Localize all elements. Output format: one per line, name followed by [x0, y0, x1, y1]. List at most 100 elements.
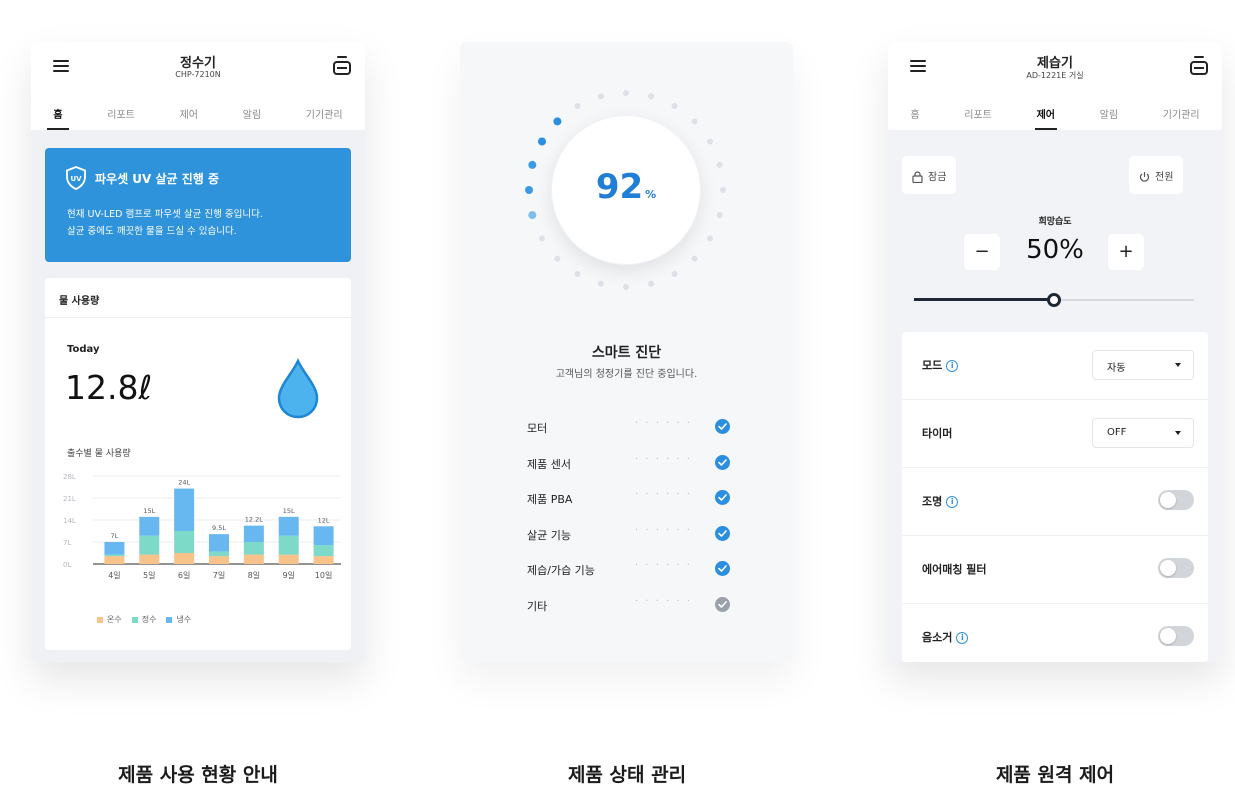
- device-title: 정수기: [180, 56, 216, 71]
- target-humidity-value: 50%: [1026, 235, 1084, 265]
- humidity-slider[interactable]: [914, 292, 1194, 308]
- silent-toggle[interactable]: [1158, 626, 1194, 646]
- bar-total-label: 12L: [318, 516, 330, 524]
- x-tick-label: 9일: [282, 571, 294, 580]
- info-icon[interactable]: i: [946, 360, 959, 372]
- progress-dot: [671, 102, 678, 109]
- chevron-down-icon: [1175, 431, 1181, 435]
- bar-segment-warm: [243, 554, 264, 564]
- diagnosis-item-label: 기타: [527, 599, 548, 613]
- tab-home[interactable]: 홈: [46, 100, 70, 130]
- tab-report[interactable]: 리포트: [107, 100, 135, 130]
- check-done-icon: [715, 490, 730, 506]
- bar-segment-warm: [209, 556, 229, 564]
- leader-dots: · · · · · ·: [635, 560, 692, 572]
- progress-dot: [648, 280, 655, 287]
- device-model: CHP-7210N: [175, 70, 221, 79]
- tab-bar: 홈 리포트 제어 알림 기기관리: [888, 100, 1222, 130]
- info-icon[interactable]: i: [956, 632, 969, 644]
- device-model: AD-1221E 거실: [1026, 71, 1084, 80]
- diagnosis-gauge: 92%: [523, 87, 729, 293]
- progress-dot-active: [553, 117, 562, 126]
- diagnosis-row: 살균 기능 · · · · · ·: [527, 523, 737, 559]
- legend-item-purified: 정수: [131, 614, 156, 625]
- diagnosis-row: 제품 센서 · · · · · ·: [527, 452, 737, 488]
- leader-dots: · · · · · ·: [635, 418, 692, 429]
- tab-notifications[interactable]: 알림: [1100, 100, 1118, 130]
- device-icon[interactable]: [333, 56, 351, 76]
- chart-legend: 온수 정수 냉수: [97, 614, 191, 625]
- timer-select[interactable]: OFF: [1092, 418, 1194, 448]
- setting-row-timer: 타이머 OFF: [902, 400, 1208, 468]
- gauge-number: 92: [595, 167, 644, 207]
- progress-dot-active: [525, 186, 533, 194]
- caption-usage: 제품 사용 현황 안내: [118, 764, 278, 786]
- filter-label: 에어매칭 필터: [922, 563, 987, 576]
- humidity-increase-button[interactable]: +: [1108, 234, 1144, 270]
- progress-dot: [597, 93, 604, 100]
- diagnosis-item-label: 제습/가습 기능: [527, 564, 595, 578]
- timer-value: OFF: [1107, 427, 1127, 438]
- setting-row-light: 조명 i: [902, 468, 1208, 536]
- mode-select[interactable]: 자동: [1092, 350, 1194, 380]
- uv-shield-icon: UV: [66, 166, 86, 190]
- bar-segment-purified: [209, 551, 229, 557]
- info-icon[interactable]: i: [946, 496, 959, 508]
- tab-control[interactable]: 제어: [180, 100, 198, 130]
- tab-home[interactable]: 홈: [910, 100, 919, 130]
- dehumidifier-screen: 제습기 AD-1221E 거실 홈 리포트 제어 알림 기기관리 잠금 전원 희…: [888, 42, 1222, 662]
- progress-dot-active: [537, 137, 546, 146]
- progress-dot: [707, 235, 714, 242]
- toggle-knob: [1160, 492, 1176, 508]
- timer-label: 타이머: [922, 427, 953, 440]
- bar-total-label: 7L: [111, 532, 119, 540]
- bar-total-label: 15L: [143, 507, 155, 515]
- check-done-icon: [715, 419, 730, 434]
- diagnosis-subtitle: 고객님의 청정기를 진단 중입니다.: [555, 369, 698, 380]
- tab-device-management[interactable]: 기기관리: [1163, 100, 1200, 130]
- tab-notifications[interactable]: 알림: [243, 100, 261, 130]
- y-tick-label: 0L: [63, 561, 71, 569]
- diagnosis-row: 제습/가습 기능 · · · · · ·: [527, 558, 737, 594]
- lock-button[interactable]: 잠금: [902, 156, 957, 194]
- progress-dot: [716, 212, 723, 219]
- bar-segment-warm: [313, 556, 334, 564]
- tab-control[interactable]: 제어: [1034, 100, 1058, 130]
- leader-dots: · · · · · ·: [635, 489, 692, 501]
- uv-sterilization-banner: UV 파우셋 UV 살균 진행 중 현재 UV-LED 램프로 파우셋 살균 진…: [45, 148, 351, 262]
- x-tick-label: 6일: [178, 571, 190, 580]
- diagnosis-list: 모터 · · · · · · 제품 센서 · · · · · · 제품 PBA · · ·…: [527, 416, 737, 630]
- bar-segment-purified: [243, 542, 264, 555]
- banner-title: 파우셋 UV 살균 진행 중: [95, 172, 220, 186]
- slider-thumb[interactable]: [1047, 293, 1061, 307]
- legend-label: 온수: [107, 615, 122, 624]
- bar-segment-warm: [174, 553, 195, 564]
- progress-dot: [648, 93, 655, 100]
- progress-dot: [716, 161, 723, 168]
- lock-icon: [912, 171, 923, 184]
- device-icon[interactable]: [1190, 56, 1208, 76]
- y-tick-label: 14L: [63, 517, 76, 525]
- water-usage-header: 물 사용량: [45, 278, 351, 318]
- progress-dot: [554, 255, 561, 262]
- tab-report[interactable]: 리포트: [964, 100, 992, 130]
- device-title: 제습기: [1037, 56, 1073, 71]
- banner-line-1: 현재 UV-LED 램프로 파우셋 살균 진행 중입니다.: [67, 209, 263, 220]
- diagnosis-row: 기타 · · · · · ·: [527, 594, 737, 630]
- setting-label: 모드 i: [922, 357, 959, 373]
- leader-dots: · · · · · ·: [635, 453, 692, 465]
- uv-icon-label: UV: [70, 175, 82, 183]
- caption-remote-control: 제품 원격 제어: [995, 764, 1115, 786]
- light-toggle[interactable]: [1158, 490, 1194, 510]
- diagnosis-title: 스마트 진단: [591, 345, 662, 361]
- progress-dot: [597, 280, 604, 287]
- bar-segment-cold: [139, 516, 160, 536]
- smart-diagnosis-screen: 92% 스마트 진단 고객님의 청정기를 진단 중입니다. 모터 · · · · …: [460, 42, 793, 662]
- tab-device-management[interactable]: 기기관리: [306, 100, 343, 130]
- water-usage-card: 물 사용량 Today 12.8ℓ 출수별 물 사용량 0L 7L 14L 21L 28…: [45, 278, 351, 650]
- progress-dot: [623, 284, 629, 290]
- filter-toggle[interactable]: [1158, 558, 1194, 578]
- y-tick-label: 7L: [63, 539, 71, 547]
- setting-label: 음소거 i: [922, 629, 969, 645]
- power-button[interactable]: 전원: [1129, 156, 1184, 194]
